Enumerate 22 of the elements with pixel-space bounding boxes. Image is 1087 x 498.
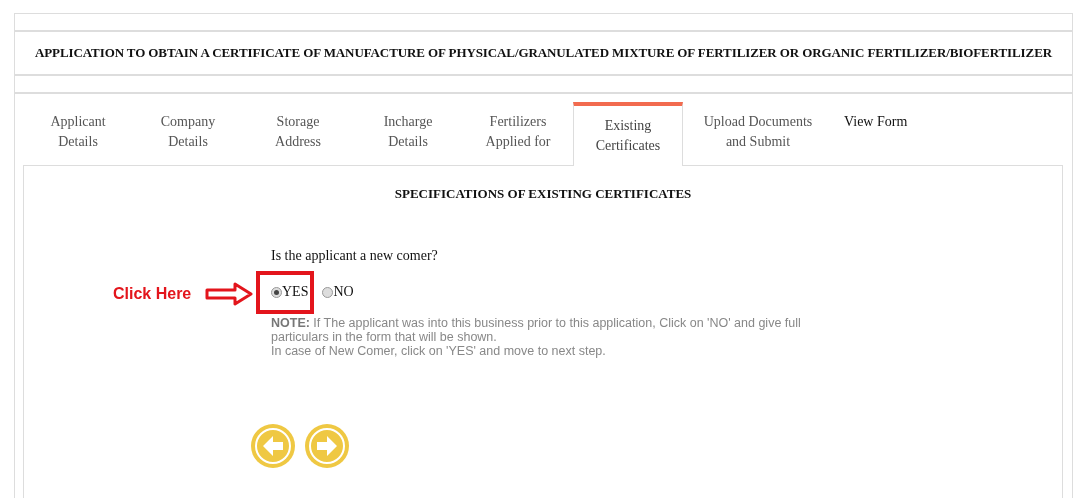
radio-button[interactable]	[271, 286, 282, 298]
tab[interactable]: Storage Address	[243, 102, 353, 162]
tab[interactable]: Upload Documents and Submit	[683, 102, 833, 162]
question-label: Is the applicant a new comer?	[271, 248, 439, 264]
radio-label[interactable]: YES	[282, 284, 309, 300]
tab[interactable]: Existing Certificates	[573, 102, 683, 166]
radio-button[interactable]	[322, 286, 334, 298]
highlight-frame	[256, 271, 314, 314]
tab[interactable]: Incharge Details	[353, 102, 463, 162]
annotation-label: Click Here	[113, 285, 192, 303]
section-title: SPECIFICATIONS OF EXISTING CERTIFICATES	[394, 186, 692, 202]
back-button[interactable]	[251, 424, 295, 468]
next-button[interactable]	[305, 424, 349, 468]
form-title: APPLICATION TO OBTAIN A CERTIFICATE OF MANUFACTURE OF PHYSICAL/GRANULATED MIXTURE OF FERTILIZER OR ORGANIC FERTILIZER/BIOFERTILIZER	[15, 32, 1072, 76]
note-text: In case of New Comer, click on 'YES' and move to next step.	[271, 344, 607, 358]
tab[interactable]: Company Details	[133, 102, 243, 162]
tab[interactable]: Applicant Details	[23, 102, 133, 162]
tab[interactable]: Fertilizers Applied for	[463, 102, 573, 162]
tab[interactable]: View Form	[833, 102, 919, 142]
note-text: NOTE: If The applicant was into this business prior to this application, Click on 'NO' and give full particulars in the form that will be shown.	[271, 316, 802, 344]
arrow-icon	[205, 282, 253, 306]
radio-label[interactable]: NO	[333, 284, 354, 300]
